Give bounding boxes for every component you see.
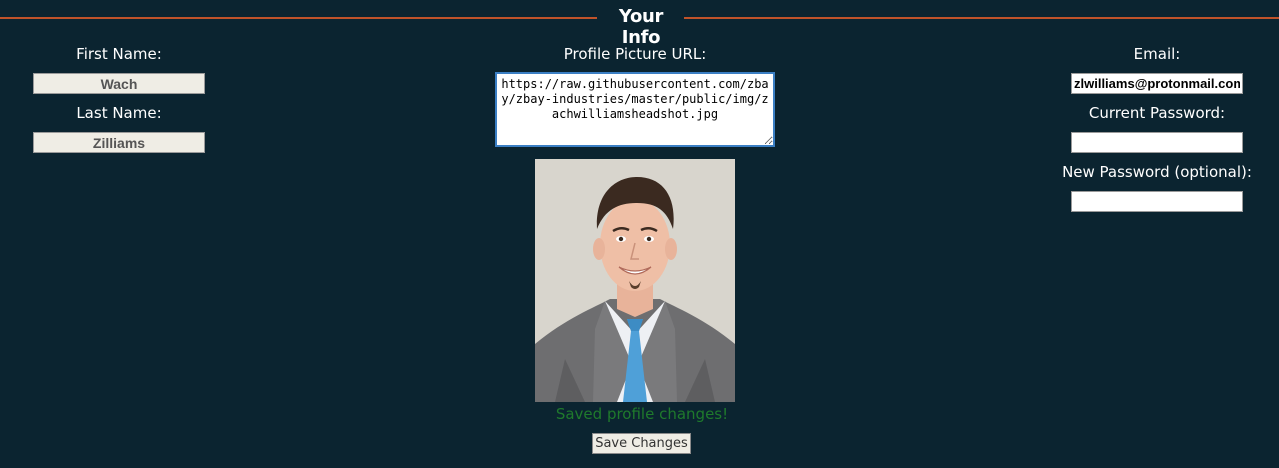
email-input[interactable] bbox=[1071, 73, 1243, 94]
save-changes-button[interactable]: Save Changes bbox=[592, 433, 691, 454]
title-rule-left bbox=[0, 17, 597, 19]
profile-page: Your Info First Name: Last Name: Profile… bbox=[0, 0, 1279, 468]
section-header: Your Info bbox=[0, 0, 1279, 48]
last-name-label: Last Name: bbox=[76, 104, 162, 122]
first-name-input[interactable] bbox=[33, 73, 205, 94]
profile-picture-url-input[interactable] bbox=[495, 72, 775, 147]
section-title: Your Info bbox=[618, 6, 664, 48]
first-name-label: First Name: bbox=[76, 45, 162, 63]
new-password-label: New Password (optional): bbox=[1062, 163, 1252, 181]
save-status-message: Saved profile changes! bbox=[555, 405, 729, 423]
title-rule-right bbox=[684, 17, 1279, 19]
email-label: Email: bbox=[1133, 45, 1181, 63]
current-password-label: Current Password: bbox=[1088, 104, 1226, 122]
new-password-input[interactable] bbox=[1071, 191, 1243, 212]
last-name-input[interactable] bbox=[33, 132, 205, 153]
profile-picture bbox=[535, 159, 735, 402]
profile-picture-url-label: Profile Picture URL: bbox=[563, 45, 707, 63]
current-password-input[interactable] bbox=[1071, 132, 1243, 153]
